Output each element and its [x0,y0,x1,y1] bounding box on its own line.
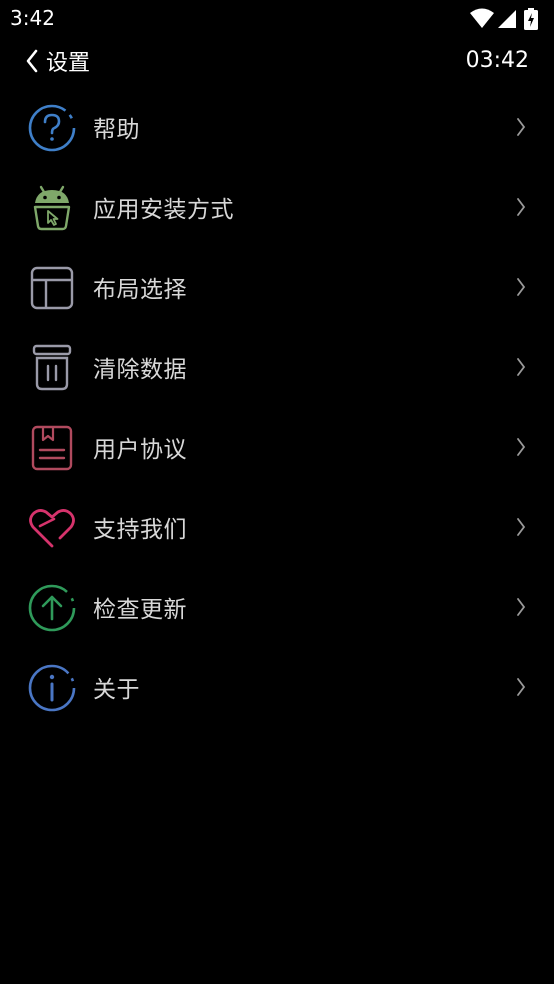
settings-item-check-update[interactable]: 检查更新 [0,566,554,646]
upload-icon [28,584,76,632]
status-icons [470,8,542,30]
help-icon [28,104,76,152]
settings-item-install-method[interactable]: 应用安装方式 [0,166,554,246]
chevron-right-icon [517,678,526,696]
back-button[interactable]: 设置 [22,44,90,78]
chevron-left-icon [26,49,38,73]
settings-item-label: 应用安装方式 [93,197,234,223]
settings-item-label: 支持我们 [93,517,187,543]
chevron-right-icon [517,118,526,136]
signal-icon [498,10,516,28]
chevron-right-icon [517,278,526,296]
settings-item-support-us[interactable]: 支持我们 [0,486,554,566]
status-bar: 3:42 [0,0,554,38]
settings-item-label: 检查更新 [93,597,187,623]
status-time: 3:42 [10,6,55,30]
app-bar: 设置 03:42 [0,38,554,84]
android-install-icon [33,185,71,231]
trash-icon [32,344,72,391]
settings-item-label: 帮助 [93,117,140,143]
settings-item-layout[interactable]: 布局选择 [0,246,554,326]
settings-item-label: 关于 [93,677,140,703]
settings-item-label: 用户协议 [93,437,187,463]
page-title: 设置 [46,51,91,76]
settings-list: 帮助 应用安装方式 布局选择 清除数据 用户协议 支持我们 检查更新 关于 [0,86,554,726]
header-clock: 03:42 [465,48,529,73]
battery-icon [524,8,538,30]
settings-item-about[interactable]: 关于 [0,646,554,726]
chevron-right-icon [517,598,526,616]
chevron-right-icon [517,438,526,456]
settings-item-user-agreement[interactable]: 用户协议 [0,406,554,486]
settings-item-clear-data[interactable]: 清除数据 [0,326,554,406]
heart-icon [29,509,75,548]
chevron-right-icon [517,518,526,536]
settings-item-help[interactable]: 帮助 [0,86,554,166]
document-icon [31,425,73,471]
layout-icon [30,266,74,310]
chevron-right-icon [517,358,526,376]
wifi-icon [470,8,494,28]
chevron-right-icon [517,198,526,216]
settings-item-label: 清除数据 [93,357,187,383]
info-icon [28,664,76,712]
settings-item-label: 布局选择 [93,277,187,303]
